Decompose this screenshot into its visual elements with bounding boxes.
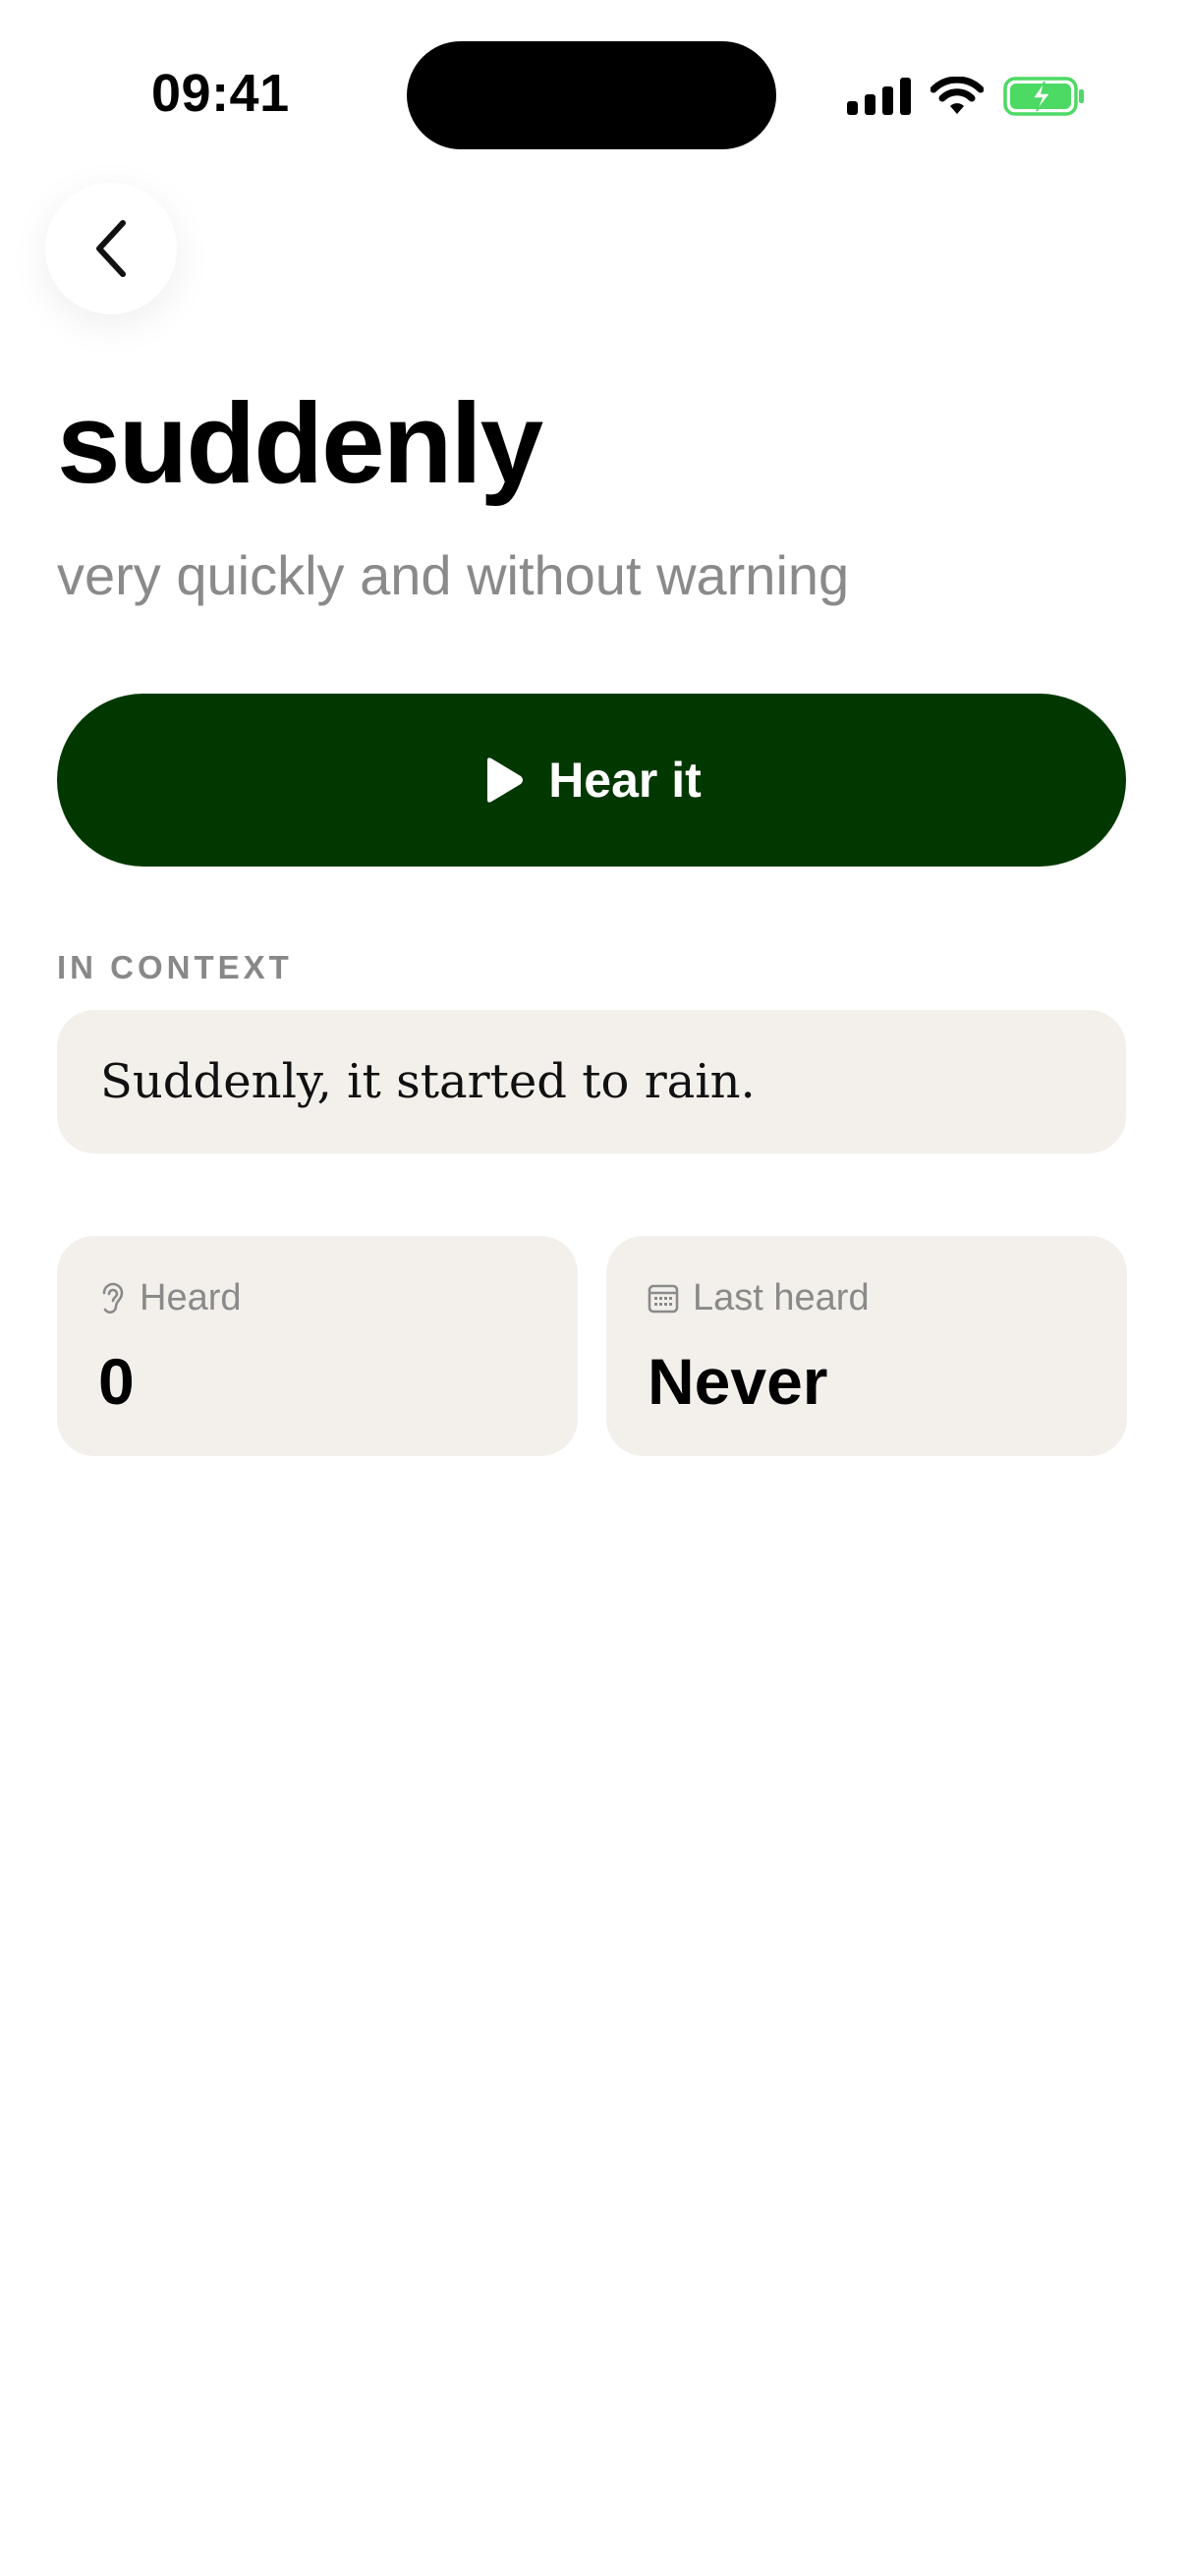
back-button[interactable] — [45, 183, 177, 314]
ear-icon — [102, 1282, 124, 1314]
context-sentence: Suddenly, it started to rain. — [100, 1054, 756, 1109]
stat-card-heard: Heard 0 — [57, 1236, 578, 1456]
battery-charging-icon — [1003, 77, 1084, 116]
stat-heard-value: 0 — [98, 1345, 135, 1418]
hear-it-button[interactable]: Hear it — [57, 694, 1126, 867]
signal-icon — [847, 78, 911, 115]
context-card: Suddenly, it started to rain. — [57, 1010, 1126, 1153]
stat-last-heard-value: Never — [648, 1345, 828, 1418]
stat-last-heard-header: Last heard — [648, 1277, 870, 1319]
status-icons — [847, 71, 1086, 122]
hear-it-label: Hear it — [548, 753, 702, 808]
stat-heard-header: Heard — [98, 1277, 242, 1319]
wifi-icon — [931, 77, 984, 114]
stat-card-last-heard: Last heard Never — [606, 1236, 1127, 1456]
stat-last-heard-label: Last heard — [693, 1277, 870, 1318]
word-definition: very quickly and without warning — [57, 544, 850, 606]
status-time: 09:41 — [151, 64, 290, 123]
word-detail-screen: 09:41 suddenly very quickly and without … — [0, 0, 1185, 2576]
play-icon — [487, 757, 524, 803]
stat-heard-label: Heard — [140, 1277, 242, 1318]
word-title: suddenly — [57, 379, 543, 507]
calendar-icon — [648, 1284, 679, 1313]
chevron-left-icon — [96, 220, 126, 277]
section-label-context: IN CONTEXT — [57, 949, 293, 985]
dynamic-island — [407, 41, 776, 149]
